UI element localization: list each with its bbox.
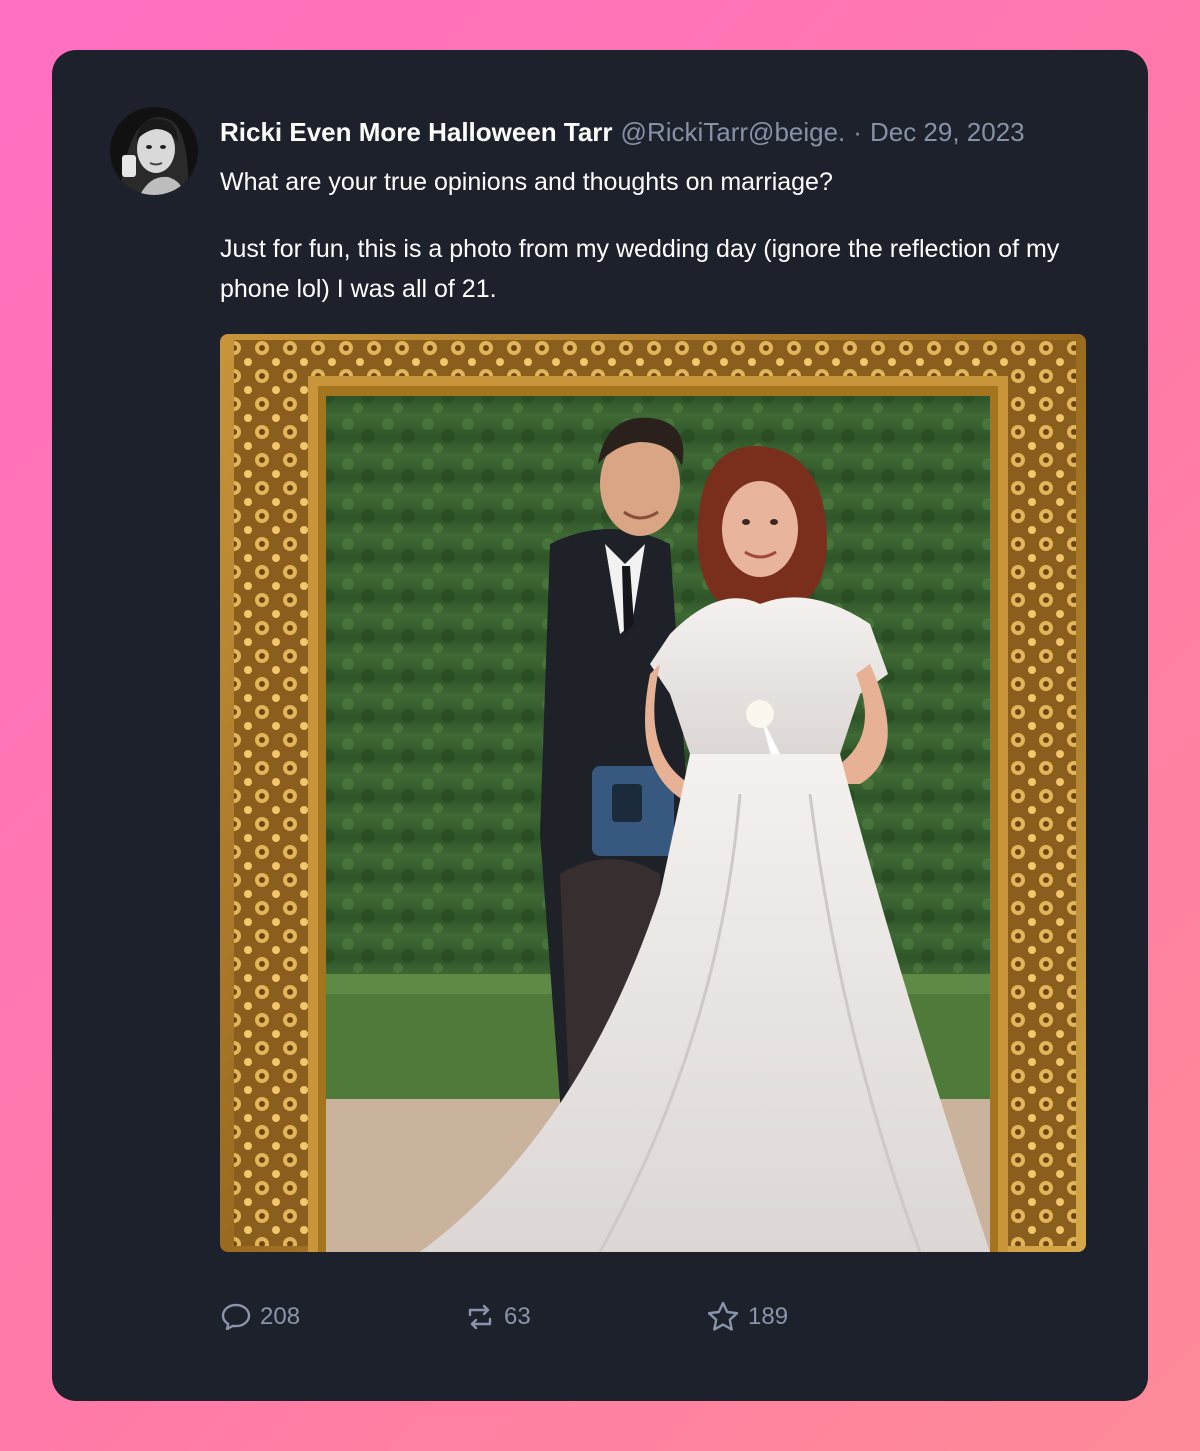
like-count: 189 (748, 1303, 789, 1330)
like-button[interactable]: 189 (706, 1297, 788, 1337)
post-header: Ricki Even More Halloween Tarr @RickiTarr… (220, 114, 1108, 150)
wedding-photo (220, 334, 1086, 1252)
separator-dot: · (853, 117, 862, 147)
author-display-name[interactable]: Ricki Even More Halloween Tarr (220, 117, 613, 147)
comment-icon (221, 1303, 251, 1331)
post-timestamp[interactable]: Dec 29, 2023 (870, 117, 1025, 147)
post-actions: 208 63 189 (220, 1297, 920, 1337)
author-handle[interactable]: @RickiTarr@beige. (621, 117, 846, 147)
post-image[interactable] (220, 334, 1086, 1252)
repost-button[interactable]: 63 (464, 1297, 531, 1337)
reply-button[interactable]: 208 (220, 1297, 300, 1337)
post-card[interactable]: Ricki Even More Halloween Tarr @RickiTarr… (52, 50, 1148, 1401)
author-avatar[interactable] (110, 107, 198, 195)
repost-icon (468, 1304, 492, 1330)
avatar-image (110, 107, 198, 195)
post-paragraph-1: What are your true opinions and thoughts… (220, 168, 833, 196)
post-body: What are your true opinions and thoughts… (220, 162, 1080, 336)
post-paragraph-2: Just for fun, this is a photo from my we… (220, 235, 1060, 303)
repost-count: 63 (504, 1303, 531, 1330)
reply-count: 208 (260, 1303, 301, 1330)
star-icon (707, 1301, 739, 1331)
